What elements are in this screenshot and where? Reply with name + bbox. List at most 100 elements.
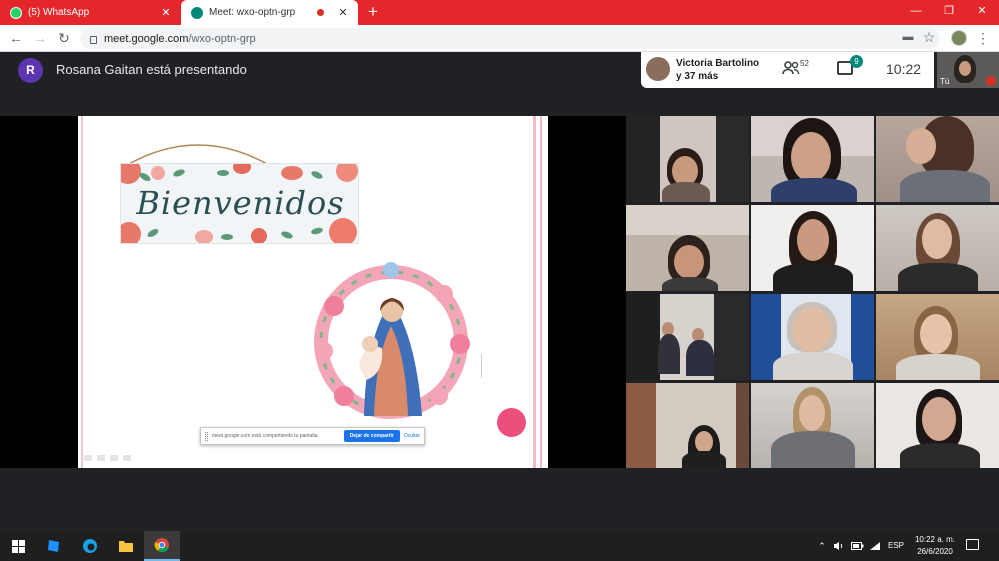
stop-sharing-button[interactable]: Dejar de compartir	[343, 430, 400, 442]
participant-tile[interactable]	[626, 294, 749, 380]
hide-notification-link[interactable]: Ocultar	[404, 433, 420, 439]
windows-taskbar: ⌃ ESP 10:22 a. m. 26/6/2020	[0, 531, 999, 561]
share-notification-text: meet.google.com está compartiendo tu pan…	[212, 433, 319, 439]
drag-handle-icon[interactable]	[205, 431, 208, 441]
address-bar[interactable]: meet.google.com /wxo-optn-grp	[80, 28, 940, 49]
presenter-status: Rosana Gaitan está presentando	[56, 62, 247, 77]
participant-tile[interactable]	[751, 294, 874, 380]
participant-tile[interactable]	[876, 294, 999, 380]
people-icon[interactable]	[782, 61, 802, 77]
windows-logo-icon	[11, 539, 25, 553]
minimize-button[interactable]: —	[899, 0, 933, 25]
participant-tile[interactable]	[876, 383, 999, 469]
profile-avatar[interactable]	[951, 30, 967, 46]
participant-tile[interactable]	[751, 205, 874, 291]
presentation-stage: Bienvenidos meet.google.com está compart…	[0, 116, 626, 468]
slide-tool-icon[interactable]	[84, 455, 92, 461]
edge-app[interactable]	[72, 531, 108, 561]
leaf-decoration	[280, 230, 294, 240]
wifi-icon[interactable]	[867, 531, 883, 561]
browser-toolbar: ← → ↻ meet.google.com /wxo-optn-grp ▬ ☆ …	[0, 25, 999, 52]
forward-button[interactable]: →	[30, 28, 50, 48]
notification-center-icon[interactable]	[966, 539, 979, 550]
slide-tool-icon[interactable]	[97, 455, 105, 461]
language-indicator[interactable]: ESP	[885, 531, 907, 561]
flower-decoration	[281, 166, 303, 180]
participant-tile[interactable]	[626, 116, 749, 202]
leaf-decoration	[172, 168, 186, 178]
whatsapp-icon	[10, 6, 22, 19]
store-app[interactable]	[36, 531, 72, 561]
flower-decoration	[195, 230, 213, 243]
presenter-avatar: R	[18, 58, 43, 83]
url-host: meet.google.com	[104, 32, 189, 45]
self-view-tile[interactable]: Tú	[937, 52, 999, 88]
welcome-banner: Bienvenidos	[120, 163, 359, 244]
meeting-clock: 10:22	[886, 61, 922, 77]
lock-icon	[90, 35, 97, 44]
chat-badge: 9	[850, 55, 863, 68]
self-label: Tú	[940, 77, 950, 86]
slide-tool-icon[interactable]	[110, 455, 118, 461]
close-icon[interactable]: ✕	[157, 6, 175, 19]
shared-slide: Bienvenidos meet.google.com está compart…	[78, 116, 548, 468]
leaf-decoration	[221, 234, 233, 240]
participant-tile[interactable]	[751, 383, 874, 469]
recording-icon	[317, 9, 324, 16]
close-icon[interactable]: ✕	[334, 6, 352, 19]
participant-tile[interactable]	[751, 116, 874, 202]
slide-tool-icon[interactable]	[123, 455, 131, 461]
featured-participant-name[interactable]: Victoria Bartolino y 37 más	[676, 57, 759, 83]
tab-label: (5) WhatsApp	[28, 7, 90, 18]
start-button[interactable]	[0, 531, 36, 561]
meet-top-bar: Victoria Bartolino y 37 más 52 9 10:22	[641, 52, 934, 88]
featured-participant-thumbnail	[646, 57, 670, 81]
leaf-decoration	[310, 226, 324, 236]
leaf-decoration	[217, 170, 229, 176]
leaf-decoration	[146, 227, 160, 239]
tab-whatsapp[interactable]: (5) WhatsApp ✕	[0, 0, 181, 25]
virgin-mary-illustration	[314, 262, 470, 419]
chrome-app[interactable]	[144, 531, 180, 561]
flower-decoration	[336, 164, 358, 182]
battery-icon[interactable]	[849, 531, 865, 561]
url-path: /wxo-optn-grp	[188, 32, 256, 45]
volume-icon[interactable]	[831, 531, 847, 561]
chrome-tab-strip: (5) WhatsApp ✕ Meet: wxo-optn-grp ✕ + — …	[0, 0, 999, 25]
pink-circle-decoration	[497, 408, 526, 437]
flower-decoration	[121, 164, 141, 184]
participant-tile[interactable]	[626, 383, 749, 469]
chrome-icon	[154, 538, 169, 553]
participant-tile[interactable]	[876, 205, 999, 291]
flower-decoration	[233, 164, 251, 174]
edge-icon	[83, 539, 97, 553]
slide-toolbar	[84, 455, 144, 463]
chrome-menu-icon[interactable]: ⋮	[975, 28, 991, 48]
tab-meet[interactable]: Meet: wxo-optn-grp ✕	[181, 0, 358, 25]
bookmark-star-icon[interactable]: ☆	[920, 28, 938, 46]
maximize-button[interactable]: ❐	[932, 0, 966, 25]
screen-share-notification: meet.google.com está compartiendo tu pan…	[200, 427, 425, 445]
mic-off-icon	[986, 76, 996, 86]
participant-tile[interactable]	[626, 205, 749, 291]
store-icon	[48, 540, 59, 552]
taskbar-clock[interactable]: 10:22 a. m. 26/6/2020	[908, 534, 962, 558]
meet-bottom-area	[0, 468, 999, 531]
new-tab-button[interactable]: +	[364, 2, 382, 22]
meet-header: R Rosana Gaitan está presentando Victori…	[0, 52, 999, 116]
flower-decoration	[151, 166, 165, 180]
banner-title: Bienvenidos	[136, 184, 345, 222]
participant-tile[interactable]	[876, 116, 999, 202]
leaf-decoration	[310, 169, 324, 181]
file-explorer-app[interactable]	[108, 531, 144, 561]
tray-overflow-icon[interactable]: ⌃	[815, 531, 829, 561]
screen: (5) WhatsApp ✕ Meet: wxo-optn-grp ✕ + — …	[0, 0, 999, 561]
self-video-face	[959, 61, 971, 76]
back-button[interactable]: ←	[6, 28, 26, 48]
camera-icon[interactable]: ▬	[899, 28, 917, 46]
close-window-button[interactable]: ✕	[965, 0, 999, 25]
slide-edge-border	[530, 116, 548, 468]
folder-icon	[119, 541, 133, 552]
reload-button[interactable]: ↻	[54, 28, 74, 48]
meet-icon	[191, 6, 203, 19]
